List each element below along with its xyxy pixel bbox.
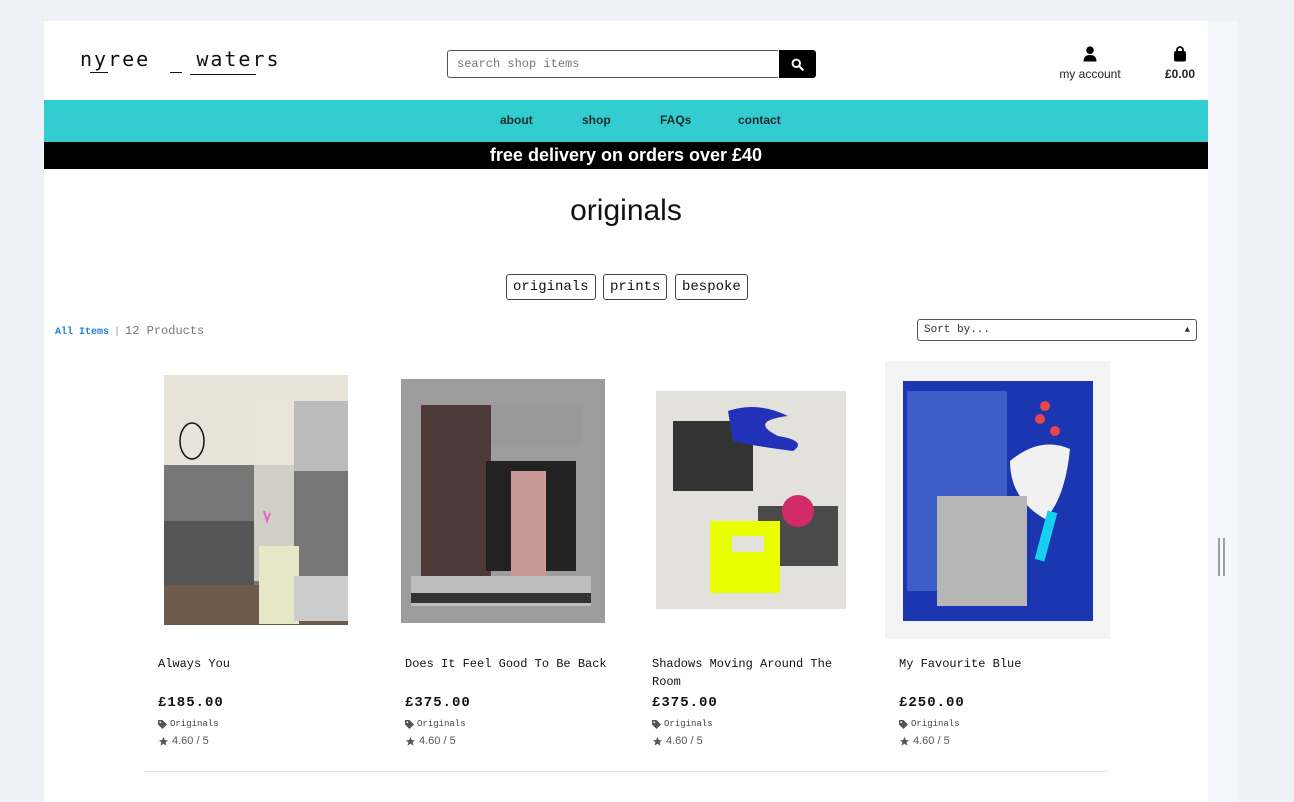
- search-form: [447, 50, 816, 78]
- nav-item-contact[interactable]: contact: [738, 113, 781, 127]
- cart-total: £0.00: [1164, 67, 1196, 81]
- account-link[interactable]: my account: [1050, 45, 1130, 81]
- product-name[interactable]: My Favourite Blue: [899, 655, 1104, 673]
- product-rating: 4.60 / 5: [158, 735, 209, 747]
- product-image[interactable]: [144, 361, 369, 639]
- user-icon: [1083, 46, 1097, 62]
- all-items-link[interactable]: All Items: [55, 327, 109, 338]
- tag-icon: [158, 719, 167, 729]
- product-image[interactable]: [885, 361, 1110, 639]
- product-name[interactable]: Does It Feel Good To Be Back: [405, 655, 610, 673]
- star-icon: [899, 736, 910, 746]
- star-icon: [158, 736, 169, 746]
- promo-banner: free delivery on orders over £40: [44, 142, 1208, 169]
- side-panel-handle[interactable]: [1208, 21, 1238, 802]
- product-price: £185.00: [158, 695, 224, 711]
- main-nav: about shop FAQs contact: [44, 100, 1208, 142]
- category-button-prints[interactable]: prints: [603, 274, 668, 300]
- product-name[interactable]: Shadows Moving Around The Room: [652, 655, 857, 691]
- product-rating: 4.60 / 5: [405, 735, 456, 747]
- tag-icon: [652, 719, 661, 729]
- product-rating: 4.60 / 5: [899, 735, 950, 747]
- star-icon: [405, 736, 416, 746]
- page-title: originals: [570, 194, 682, 227]
- nav-item-shop[interactable]: shop: [582, 113, 611, 127]
- product-category[interactable]: Originals: [405, 719, 466, 729]
- nav-item-faqs[interactable]: FAQs: [660, 113, 691, 127]
- site-header: nyree waters my account £0.00: [44, 21, 1208, 100]
- product-category[interactable]: Originals: [158, 719, 219, 729]
- product-price: £375.00: [405, 695, 471, 711]
- product-image[interactable]: [391, 361, 616, 639]
- logo-word-1: nyree: [80, 47, 151, 71]
- category-button-originals[interactable]: originals: [506, 274, 596, 300]
- category-button-bespoke[interactable]: bespoke: [675, 274, 748, 300]
- product-count: 12 Products: [125, 324, 205, 338]
- drag-handle-icon[interactable]: [1218, 538, 1220, 576]
- product-price: £250.00: [899, 695, 965, 711]
- product-category[interactable]: Originals: [899, 719, 960, 729]
- product-name[interactable]: Always You: [158, 655, 363, 673]
- search-button[interactable]: [779, 50, 816, 78]
- cart-link[interactable]: £0.00: [1152, 45, 1208, 81]
- product-category[interactable]: Originals: [652, 719, 713, 729]
- logo[interactable]: nyree waters: [80, 47, 281, 75]
- tag-icon: [899, 719, 908, 729]
- product-price: £375.00: [652, 695, 718, 711]
- account-label: my account: [1059, 67, 1121, 81]
- breadcrumb: All Items | 12 Products: [55, 324, 205, 338]
- shopping-bag-icon: [1174, 46, 1186, 62]
- sort-select[interactable]: Sort by... ▲: [917, 319, 1197, 341]
- nav-item-about[interactable]: about: [500, 113, 533, 127]
- tag-icon: [405, 719, 414, 729]
- search-icon: [791, 58, 804, 71]
- star-icon: [652, 736, 663, 746]
- product-rating: 4.60 / 5: [652, 735, 703, 747]
- product-image[interactable]: [638, 361, 863, 639]
- divider: [144, 771, 1108, 772]
- search-input[interactable]: [447, 50, 778, 78]
- sort-selected-value: Sort by...: [924, 324, 991, 336]
- page: nyree waters my account £0.00 about shop…: [44, 21, 1208, 802]
- logo-word-2: waters: [196, 47, 281, 71]
- select-caret-icon: ▲: [1184, 325, 1190, 335]
